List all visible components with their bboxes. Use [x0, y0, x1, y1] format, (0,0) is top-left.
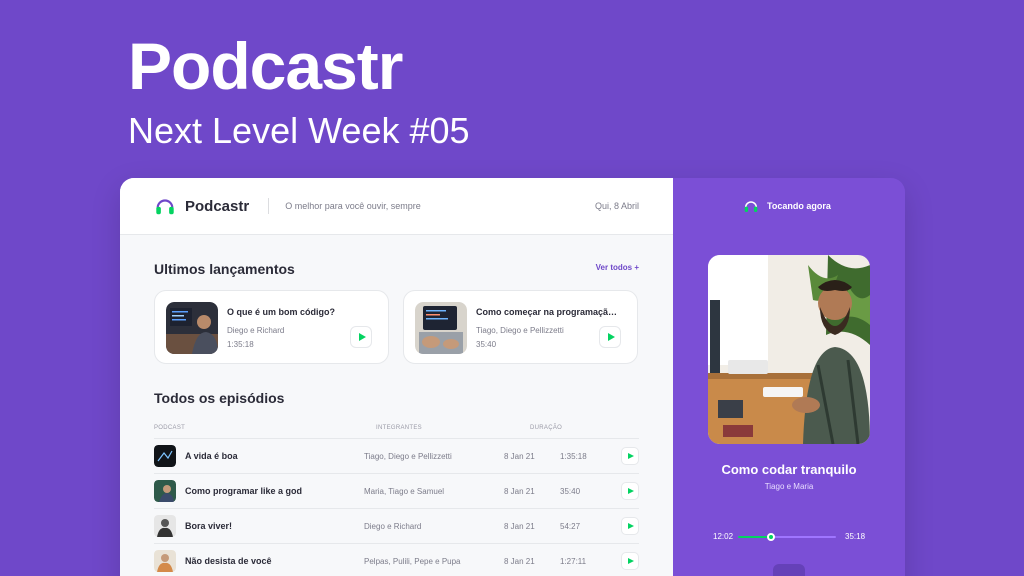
progress-slider[interactable] — [738, 533, 836, 541]
episode-duration: 35:40 — [560, 487, 581, 496]
table-row: Como programar like a god Maria, Tiago e… — [154, 473, 639, 508]
column-header-members: INTEGRANTES — [376, 425, 422, 431]
episode-thumbnail — [154, 480, 176, 502]
play-button[interactable] — [621, 482, 639, 500]
episode-cover — [166, 302, 218, 354]
play-icon — [628, 488, 634, 494]
tagline: O melhor para você ouvir, sempre — [285, 201, 421, 211]
progress-fill — [738, 536, 772, 538]
column-header-duration: DURAÇÃO — [530, 425, 563, 431]
episode-thumbnail — [154, 445, 176, 467]
play-icon — [607, 333, 615, 341]
play-button[interactable] — [621, 447, 639, 465]
episode-members: Pelpas, Pulili, Pepe e Pupa — [364, 557, 461, 566]
card-title[interactable]: Como começar na programação do zero em 2… — [476, 307, 618, 317]
headphones-icon — [156, 199, 174, 215]
latest-card[interactable]: O que é um bom código? Diego e Richard 1… — [154, 290, 389, 364]
now-playing-cover — [708, 255, 870, 444]
episode-thumbnail — [154, 515, 176, 537]
hero-subtitle: Next Level Week #05 — [128, 110, 470, 151]
episodes-section-title: Todos os episódios — [154, 390, 285, 406]
now-playing-title: Como codar tranquilo — [721, 462, 857, 477]
episode-duration: 54:27 — [560, 522, 581, 531]
episode-title[interactable]: Como programar like a god — [185, 486, 302, 496]
now-playing-members: Tiago e Maria — [764, 482, 814, 491]
card-members: Diego e Richard — [227, 326, 285, 335]
episode-date: 8 Jan 21 — [504, 487, 535, 496]
table-row: Bora viver! Diego e Richard 8 Jan 21 54:… — [154, 508, 639, 543]
episode-title[interactable]: A vida é boa — [185, 451, 238, 461]
episode-duration: 1:35:18 — [560, 452, 587, 461]
current-date: Qui, 8 Abril — [594, 201, 639, 211]
episode-title[interactable]: Não desista de você — [185, 556, 272, 566]
episode-title[interactable]: Bora viver! — [185, 521, 232, 531]
play-button[interactable] — [621, 552, 639, 570]
app-window: Podcastr O melhor para você ouvir, sempr… — [120, 178, 905, 576]
play-icon — [628, 523, 634, 529]
current-time: 12:02 — [713, 532, 734, 541]
see-all-link[interactable]: Ver todos + — [596, 263, 639, 272]
main-content: Podcastr O melhor para você ouvir, sempr… — [120, 178, 673, 576]
card-duration: 35:40 — [476, 340, 497, 349]
play-button[interactable] — [621, 517, 639, 535]
hero-title: Podcastr — [128, 29, 403, 103]
episode-date: 8 Jan 21 — [504, 522, 535, 531]
column-header-podcast: PODCAST — [154, 425, 186, 431]
latest-section-title: Ultimos lançamentos — [154, 261, 295, 277]
latest-card[interactable]: Como começar na programação do zero em 2… — [403, 290, 638, 364]
now-playing-label: Tocando agora — [767, 201, 831, 211]
episode-members: Tiago, Diego e Pellizzetti — [364, 452, 452, 461]
headphones-icon — [744, 201, 758, 212]
table-row: Não desista de você Pelpas, Pulili, Pepe… — [154, 543, 639, 576]
header: Podcastr O melhor para você ouvir, sempr… — [120, 178, 673, 235]
player-control-button[interactable] — [773, 564, 805, 576]
card-title[interactable]: O que é um bom código? — [227, 307, 369, 317]
total-time: 35:18 — [845, 532, 866, 541]
play-icon — [628, 558, 634, 564]
episode-thumbnail — [154, 550, 176, 572]
progress-handle[interactable] — [767, 533, 776, 541]
logo-text: Podcastr — [185, 197, 250, 215]
episode-date: 8 Jan 21 — [504, 557, 535, 566]
episode-date: 8 Jan 21 — [504, 452, 535, 461]
play-icon — [358, 333, 366, 341]
episode-duration: 1:27:11 — [560, 557, 587, 566]
episode-members: Maria, Tiago e Samuel — [364, 487, 445, 496]
episode-members: Diego e Richard — [364, 522, 422, 531]
card-duration: 1:35:18 — [227, 340, 254, 349]
episode-cover — [415, 302, 467, 354]
now-playing-header: Tocando agora — [743, 198, 831, 214]
table-row: A vida é boa Tiago, Diego e Pellizzetti … — [154, 438, 639, 473]
player-panel: Tocando agora Como codar tranquilo Tiago… — [673, 178, 905, 576]
play-icon — [628, 453, 634, 459]
card-members: Tiago, Diego e Pellizzetti — [476, 326, 564, 335]
play-button[interactable] — [599, 326, 621, 348]
play-button[interactable] — [350, 326, 372, 348]
header-divider — [268, 198, 270, 214]
